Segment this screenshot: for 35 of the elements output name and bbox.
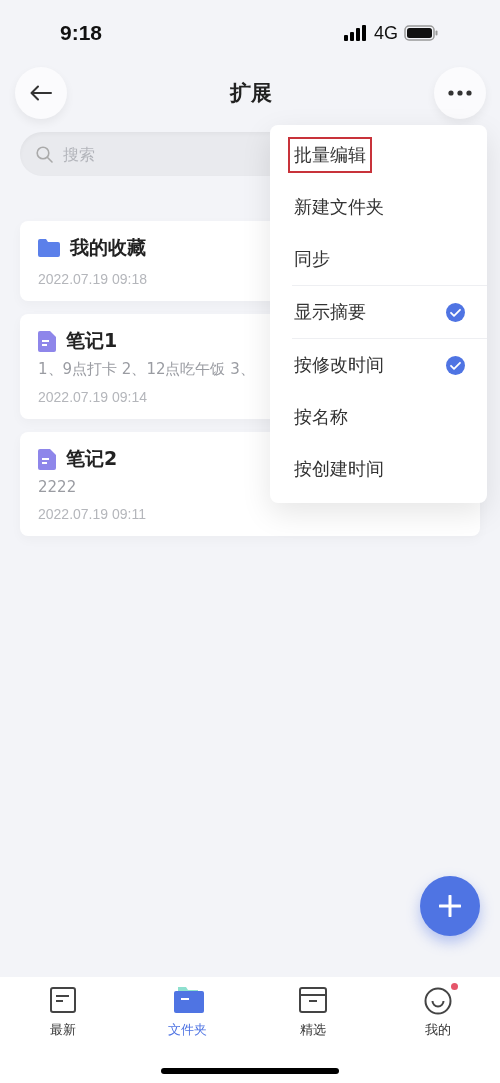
tab[interactable]: 最新 — [0, 987, 125, 1039]
tab[interactable]: 我的 — [375, 987, 500, 1039]
item-date: 2022.07.19 09:18 — [38, 270, 148, 287]
item-title: 我的收藏 — [70, 235, 146, 260]
menu-item[interactable]: 按修改时间 — [288, 347, 390, 383]
folder-icon — [38, 239, 60, 257]
add-button[interactable] — [420, 876, 480, 936]
back-button[interactable] — [15, 67, 67, 119]
more-icon — [448, 90, 472, 96]
document-icon — [38, 448, 56, 470]
item-date: 2022.07.19 09:14 — [38, 388, 148, 405]
note-summary: 1、9点打卡 2、12点吃午饭 3、 — [38, 360, 255, 379]
item-date: 2022.07.19 09:11 — [38, 505, 147, 522]
item-title: 笔记2 — [66, 446, 118, 471]
tab[interactable]: 文件夹 — [125, 987, 250, 1039]
menu-item[interactable]: 批量编辑 — [288, 137, 372, 173]
clock: 9:18 — [60, 21, 103, 45]
more-button[interactable] — [434, 67, 486, 119]
menu-item[interactable]: 按创建时间 — [288, 451, 390, 487]
smiley-icon — [423, 987, 452, 1015]
network-label: 4G — [374, 22, 398, 44]
box-icon — [298, 987, 327, 1013]
menu-item[interactable]: 同步 — [288, 241, 336, 277]
plus-icon — [439, 895, 461, 917]
signal-icon — [344, 25, 368, 41]
page-title: 扩展 — [229, 80, 272, 107]
search-icon — [36, 145, 53, 163]
item-title: 笔记1 — [66, 328, 118, 353]
battery-icon — [404, 25, 438, 41]
folder-icon — [173, 987, 204, 1013]
tab[interactable]: 精选 — [250, 987, 375, 1039]
document-icon — [38, 330, 56, 352]
back-arrow-icon — [30, 85, 52, 101]
note-summary: 2222 — [38, 478, 77, 496]
document-icon — [49, 987, 76, 1013]
